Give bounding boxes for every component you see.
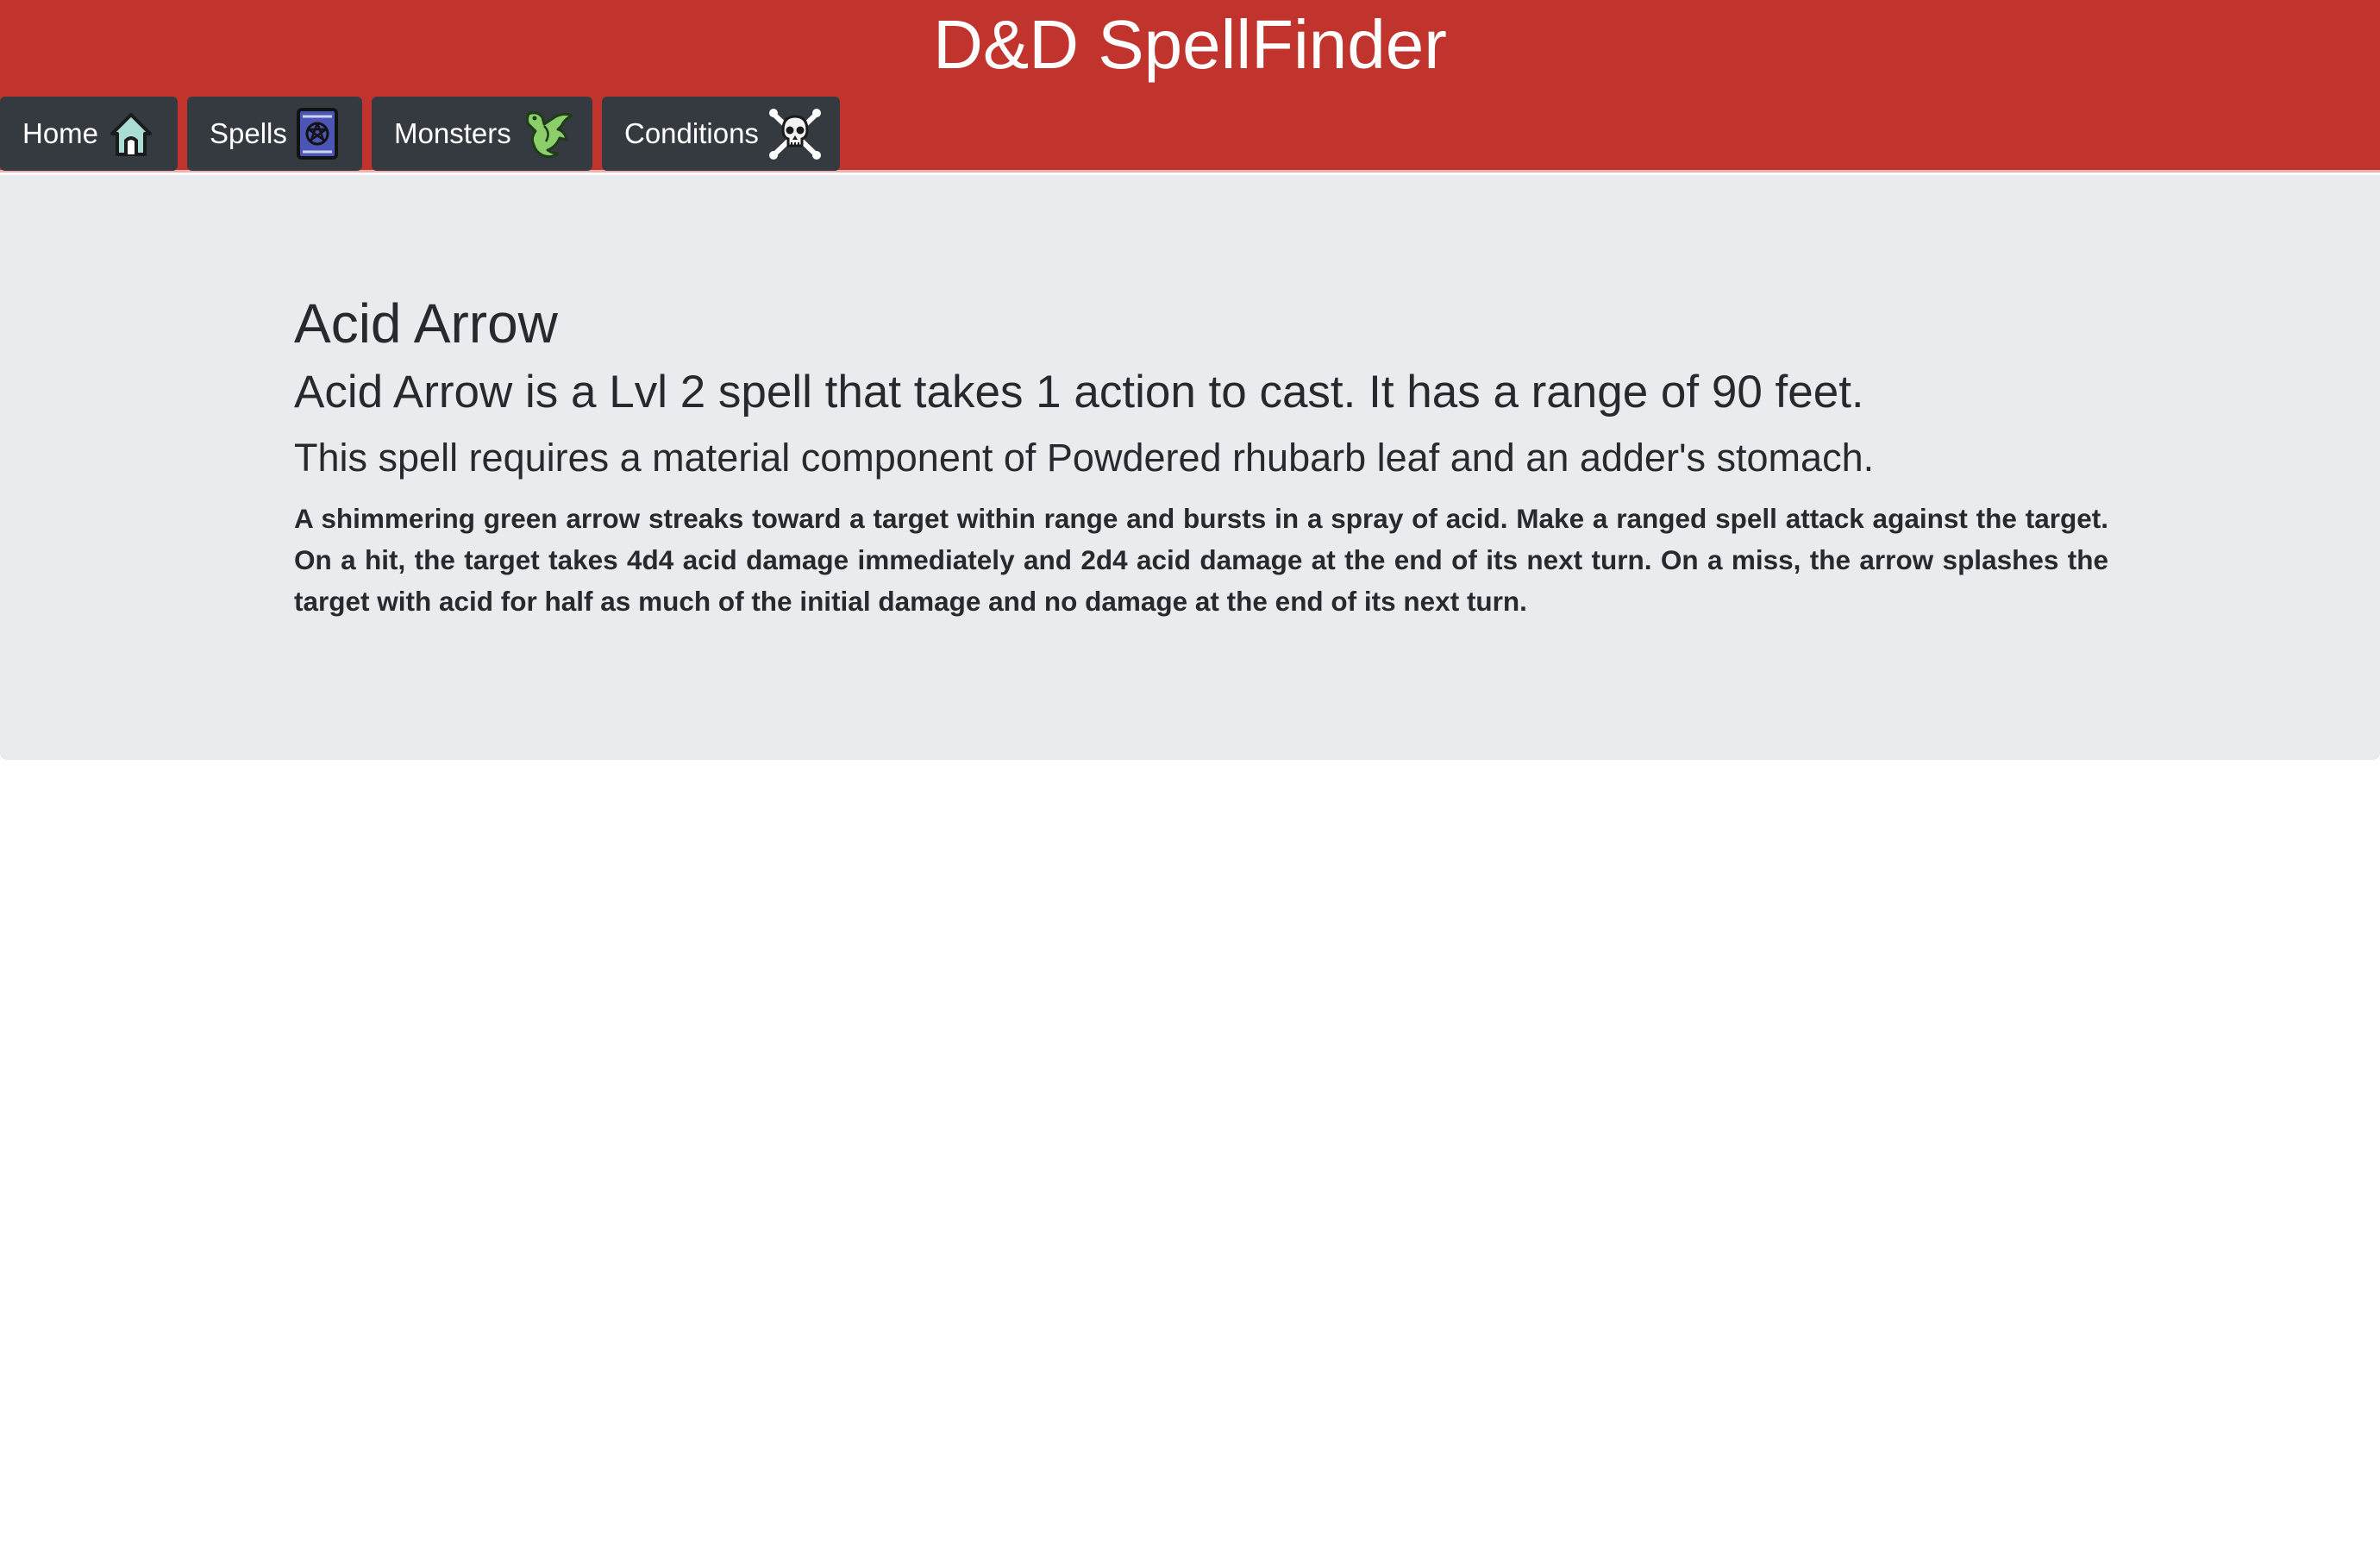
nav-spells-button[interactable]: Spells [187,97,362,171]
main-nav: Home Spells Monsters Conditions [0,97,840,171]
site-header: D&D SpellFinder Home Spells Monsters Con… [0,0,2380,173]
site-title: D&D SpellFinder [933,6,1447,83]
spell-summary: Acid Arrow is a Lvl 2 spell that takes 1… [294,367,1864,417]
spell-card: Acid Arrow Acid Arrow is a Lvl 2 spell t… [0,175,2380,760]
nav-conditions-label: Conditions [624,117,759,149]
spell-name: Acid Arrow [294,292,558,355]
nav-monsters-button[interactable]: Monsters [372,97,592,171]
nav-spells-label: Spells [210,117,287,149]
spell-material: This spell requires a material component… [294,436,1875,480]
spellbook-icon [296,107,339,160]
house-icon [107,110,155,158]
dragon-icon [520,107,575,160]
nav-monsters-label: Monsters [394,117,511,149]
nav-home-label: Home [22,117,99,149]
skull-crossbones-icon [767,106,823,161]
spell-description: A shimmering green arrow streaks toward … [294,503,2108,617]
nav-home-button[interactable]: Home [0,97,178,171]
nav-conditions-button[interactable]: Conditions [602,97,840,171]
